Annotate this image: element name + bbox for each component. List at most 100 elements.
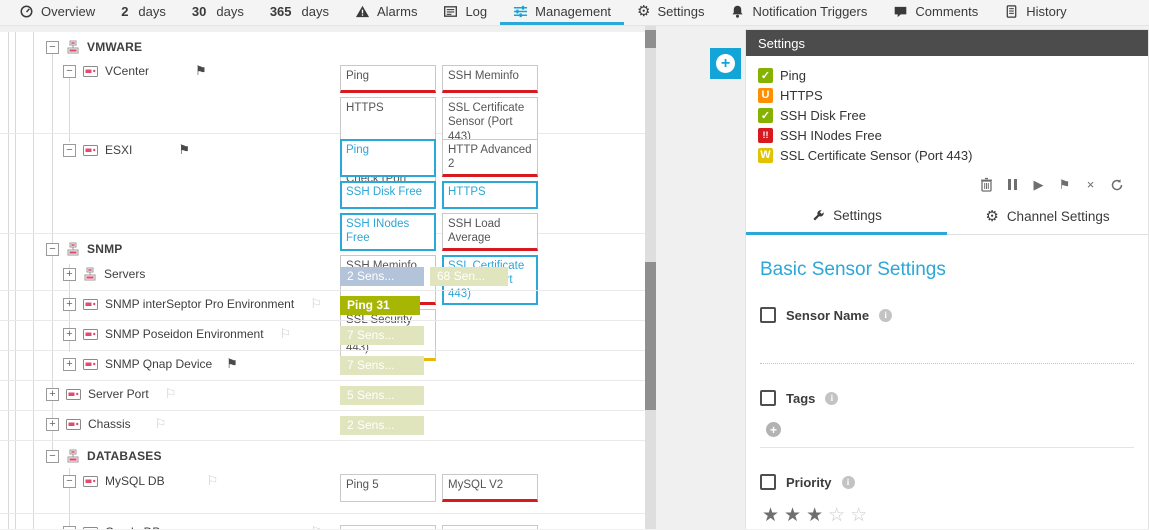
flag-icon[interactable]: ⚑: [1057, 177, 1072, 192]
priority-stars[interactable]: ★★★☆☆: [762, 504, 1134, 527]
delete-icon[interactable]: [979, 177, 994, 192]
tab-overview[interactable]: Overview: [6, 0, 108, 25]
add-tag-icon[interactable]: +: [766, 422, 781, 437]
sensor-box[interactable]: Ping: [340, 65, 436, 93]
flag-icon[interactable]: ⚐: [280, 328, 292, 340]
add-sensor-button[interactable]: +: [710, 48, 741, 79]
device-label[interactable]: SNMP Poseidon Environment: [105, 327, 264, 341]
sensor-count-pill[interactable]: 7 Sens...: [340, 356, 424, 375]
list-item[interactable]: U HTTPS: [758, 85, 1136, 105]
tab-365-days[interactable]: 365 days: [257, 0, 342, 25]
device-label[interactable]: Chassis: [88, 417, 131, 431]
group-label[interactable]: DATABASES: [87, 449, 162, 463]
list-item[interactable]: W SSL Certificate Sensor (Port 443): [758, 145, 1136, 165]
tab-channel-settings[interactable]: ⚙ Channel Settings: [947, 201, 1148, 235]
pause-icon[interactable]: [1005, 177, 1020, 192]
sensor-count-pill[interactable]: 68 Sen...: [430, 267, 508, 286]
sensor-box[interactable]: SSH Meminfo: [442, 65, 538, 93]
flag-icon[interactable]: ⚐: [310, 526, 322, 529]
device-label[interactable]: VCenter: [105, 64, 149, 78]
tree-row: − Oracle DB ⚐ Ping 41 Oracle SQL 4 SYSAU…: [0, 520, 645, 529]
collapse-toggle[interactable]: −: [63, 144, 76, 157]
flag-icon[interactable]: ⚐: [207, 475, 219, 487]
device-label[interactable]: ESXI: [105, 143, 132, 157]
expand-toggle[interactable]: +: [63, 298, 76, 311]
tab-2-days[interactable]: 2 days: [108, 0, 179, 25]
scrollbar-thumb[interactable]: [645, 262, 656, 410]
tab-settings[interactable]: ⚙ Settings: [624, 0, 717, 25]
flag-icon[interactable]: ⚐: [165, 388, 177, 400]
sensor-name-checkbox[interactable]: [760, 307, 776, 323]
collapse-toggle[interactable]: −: [46, 243, 59, 256]
sensor-box[interactable]: MySQL V2: [442, 474, 538, 502]
flag-icon[interactable]: ⚐: [310, 298, 322, 310]
device-label[interactable]: SNMP interSeptor Pro Environment: [105, 297, 294, 311]
sensor-box[interactable]: Oracle SQL 4: [442, 525, 538, 529]
list-item[interactable]: !! SSH INodes Free: [758, 125, 1136, 145]
collapse-toggle[interactable]: −: [63, 526, 76, 530]
star-filled-icon[interactable]: ★: [762, 505, 784, 526]
sensor-box[interactable]: HTTP Advanced 2: [442, 139, 538, 177]
star-empty-icon[interactable]: ☆: [828, 505, 850, 526]
tab-30-days[interactable]: 30 days: [179, 0, 257, 25]
sensor-count-pill[interactable]: 7 Sens...: [340, 326, 424, 345]
scrollbar-thumb[interactable]: [645, 30, 656, 48]
star-filled-icon[interactable]: ★: [806, 505, 828, 526]
collapse-toggle[interactable]: −: [63, 475, 76, 488]
collapse-toggle[interactable]: −: [46, 450, 59, 463]
tab-comments[interactable]: Comments: [880, 0, 991, 25]
flag-icon[interactable]: ⚑: [178, 144, 190, 156]
sensor-name: Ping: [780, 68, 806, 83]
star-empty-icon[interactable]: ☆: [850, 505, 872, 526]
flag-icon[interactable]: ⚑: [226, 358, 238, 370]
refresh-icon[interactable]: [1109, 177, 1124, 192]
group-label[interactable]: VMWARE: [87, 40, 142, 54]
expand-toggle[interactable]: +: [63, 358, 76, 371]
tree-scrollbar[interactable]: [645, 26, 656, 529]
tab-history[interactable]: History: [991, 0, 1079, 25]
list-item[interactable]: ✓ Ping: [758, 65, 1136, 85]
expand-toggle[interactable]: +: [46, 388, 59, 401]
sensor-box[interactable]: Ping: [340, 139, 436, 177]
flag-icon[interactable]: ⚐: [155, 418, 167, 430]
tab-sensor-settings[interactable]: Settings: [746, 201, 947, 235]
sensor-box[interactable]: SSH Disk Free: [340, 181, 436, 209]
device-label[interactable]: Oracle DB: [105, 525, 160, 529]
selected-sensor-list: ✓ Ping U HTTPS ✓ SSH Disk Free !! SSH IN…: [746, 56, 1148, 169]
top-nav: Overview 2 days 30 days 365 days Alarms …: [0, 0, 1149, 26]
collapse-toggle[interactable]: −: [63, 65, 76, 78]
info-icon[interactable]: i: [842, 476, 855, 489]
tab-management[interactable]: Management: [500, 0, 624, 25]
sensor-count-pill[interactable]: 5 Sens...: [340, 386, 424, 405]
close-icon[interactable]: ×: [1083, 177, 1098, 192]
device-label[interactable]: SNMP Qnap Device: [105, 357, 212, 371]
tab-alarms[interactable]: Alarms: [342, 0, 430, 25]
device-icon: [83, 527, 98, 530]
sensor-box[interactable]: Ping 41: [340, 525, 436, 529]
priority-checkbox[interactable]: [760, 474, 776, 490]
tab-log[interactable]: Log: [430, 0, 500, 25]
group-label[interactable]: SNMP: [87, 242, 122, 256]
sensor-box[interactable]: HTTPS: [442, 181, 538, 209]
tab-notification-triggers[interactable]: Notification Triggers: [717, 0, 880, 25]
sensor-count-pill[interactable]: 2 Sens...: [340, 416, 424, 435]
collapse-toggle[interactable]: −: [46, 41, 59, 54]
group-icon: [66, 242, 80, 256]
group-label[interactable]: Servers: [104, 267, 145, 281]
star-filled-icon[interactable]: ★: [784, 505, 806, 526]
device-label[interactable]: Server Port: [88, 387, 149, 401]
info-icon[interactable]: i: [879, 309, 892, 322]
list-item[interactable]: ✓ SSH Disk Free: [758, 105, 1136, 125]
flag-icon[interactable]: ⚑: [195, 65, 207, 77]
play-icon[interactable]: ▶: [1031, 177, 1046, 192]
expand-toggle[interactable]: +: [46, 418, 59, 431]
expand-toggle[interactable]: +: [63, 328, 76, 341]
tags-checkbox[interactable]: [760, 390, 776, 406]
expand-toggle[interactable]: +: [63, 268, 76, 281]
device-label[interactable]: MySQL DB: [105, 474, 165, 488]
sensor-box[interactable]: Ping 5: [340, 474, 436, 502]
info-icon[interactable]: i: [825, 392, 838, 405]
sensor-count-pill[interactable]: Ping 31: [340, 296, 420, 315]
sensor-count-pill[interactable]: 2 Sens...: [340, 267, 424, 286]
tab-value: 365: [270, 4, 292, 19]
